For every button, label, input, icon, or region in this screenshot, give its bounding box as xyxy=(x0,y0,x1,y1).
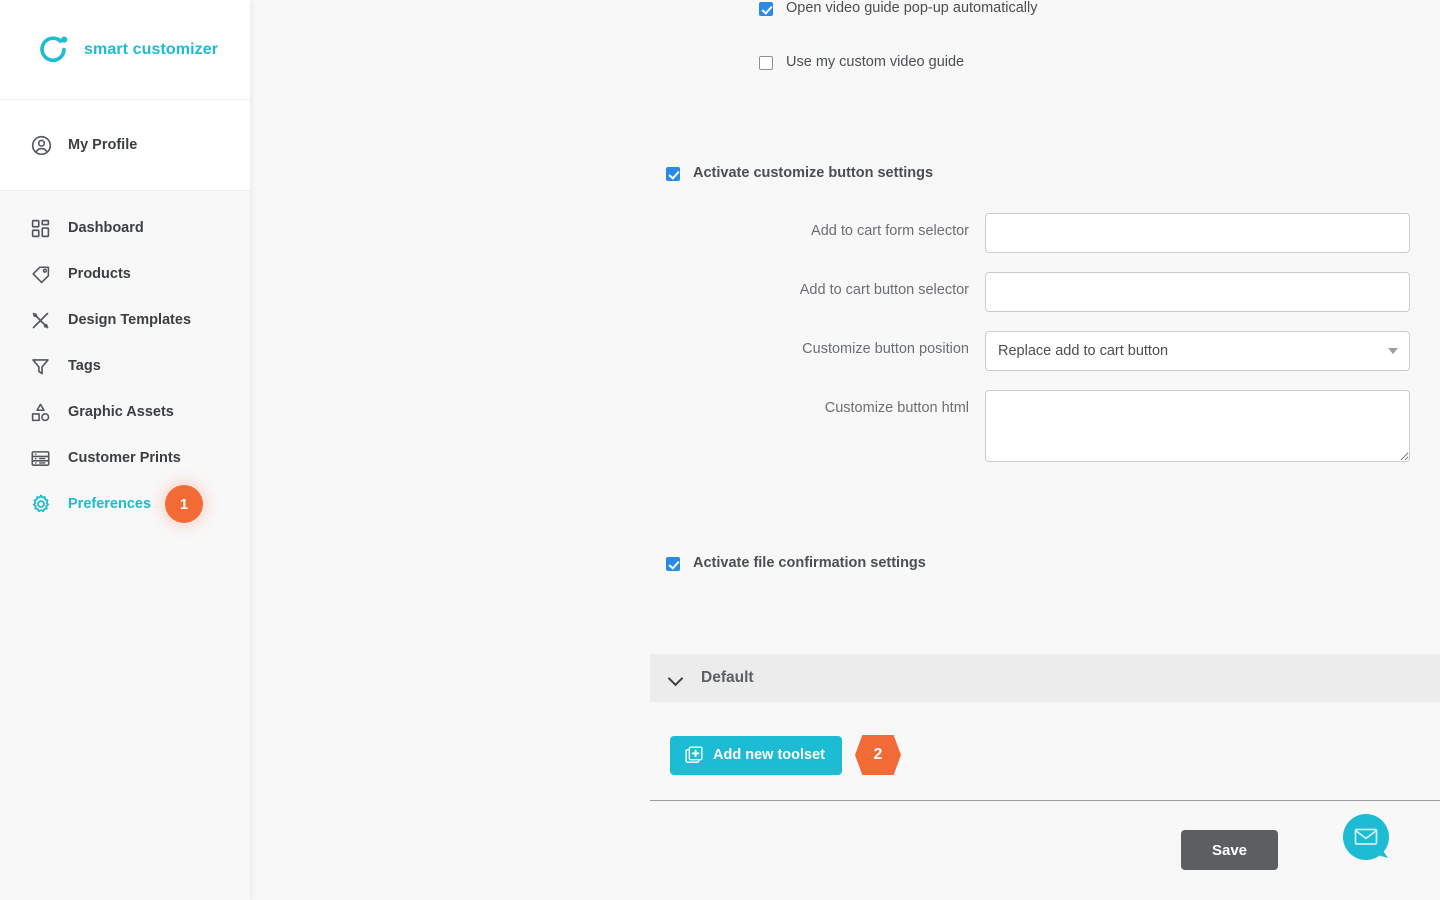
chevron-down-icon xyxy=(1388,348,1398,354)
add-toolset-step-badge: 2 xyxy=(854,735,901,775)
sidebar-item-label: Preferences xyxy=(68,496,152,512)
sidebar-item-design-templates[interactable]: Design Templates xyxy=(0,297,250,343)
sidebar-item-dashboard[interactable]: Dashboard xyxy=(0,205,250,251)
add-new-toolset-button[interactable]: Add new toolset xyxy=(670,735,842,775)
sidebar-item-products[interactable]: Products xyxy=(0,251,250,297)
checkbox-row-activate-customize-button-settings[interactable]: Activate customize button settings xyxy=(666,166,933,181)
checkbox-label: Use my custom video guide xyxy=(786,54,965,70)
gear-icon xyxy=(30,493,60,515)
sidebar-item-label: Customer Prints xyxy=(68,450,181,466)
dashboard-grid-icon xyxy=(30,218,60,239)
design-templates-icon xyxy=(30,310,60,331)
field-wrapper: Replace add to cart button xyxy=(985,331,1426,371)
field-label: Customize button position xyxy=(802,341,969,357)
user-circle-icon xyxy=(30,134,60,157)
shapes-icon xyxy=(30,402,60,423)
checkbox-activate-customize-button-settings[interactable] xyxy=(666,167,680,181)
chevron-down-icon xyxy=(668,670,684,686)
form-row-customize-button-position: Customize button position Replace add to… xyxy=(650,331,1426,371)
chat-widget-button[interactable] xyxy=(1341,812,1391,862)
customize-button-position-select[interactable]: Replace add to cart button xyxy=(985,331,1410,371)
section-heading-file-confirmation-settings: Activate file confirmation settings xyxy=(693,555,926,571)
add-square-icon xyxy=(684,745,704,765)
sidebar-item-label: Graphic Assets xyxy=(68,404,174,420)
toolset-panel-title: Default xyxy=(701,669,754,686)
sidebar-item-label: Tags xyxy=(68,358,101,374)
checkbox-label: Open video guide pop-up automatically xyxy=(786,0,1038,16)
main-content: Open video guide pop-up automatically Us… xyxy=(250,0,1440,900)
section-heading-customize-button-settings: Activate customize button settings xyxy=(693,165,934,181)
sidebar-item-graphic-assets[interactable]: Graphic Assets xyxy=(0,389,250,435)
tag-icon xyxy=(30,264,60,285)
field-label: Add to cart form selector xyxy=(811,223,969,239)
checkbox-row-custom-video-guide[interactable]: Use my custom video guide xyxy=(759,55,964,70)
add-to-cart-button-selector-input[interactable] xyxy=(985,272,1410,312)
sidebar-item-label: Dashboard xyxy=(68,220,144,236)
field-label: Customize button html xyxy=(824,400,969,416)
sidebar-badge-preferences: 1 xyxy=(165,485,204,523)
sidebar-item-label: My Profile xyxy=(68,137,138,153)
field-label: Add to cart button selector xyxy=(799,282,969,298)
form-row-add-to-cart-button-selector: Add to cart button selector xyxy=(650,272,1426,312)
checkbox-row-open-video-guide[interactable]: Open video guide pop-up automatically xyxy=(759,1,1038,16)
form-row-customize-button-html: Customize button html xyxy=(650,390,1426,462)
save-button[interactable]: Save xyxy=(1181,830,1278,870)
smart-customizer-logo-icon xyxy=(36,33,70,67)
add-toolset-area: Add new toolset 2 xyxy=(670,735,901,775)
checkbox-custom-video-guide[interactable] xyxy=(759,56,773,70)
checkbox-activate-file-confirmation-settings[interactable] xyxy=(666,557,680,571)
funnel-icon xyxy=(30,356,60,377)
prints-icon xyxy=(30,448,60,469)
field-wrapper xyxy=(985,272,1426,312)
sidebar-item-my-profile[interactable]: My Profile xyxy=(0,122,250,168)
sidebar-item-label: Design Templates xyxy=(68,312,192,328)
footer-divider xyxy=(650,800,1440,801)
checkbox-row-activate-file-confirmation-settings[interactable]: Activate file confirmation settings xyxy=(666,556,926,571)
sidebar-item-tags[interactable]: Tags xyxy=(0,343,250,389)
sidebar: smart customizer My Profile Dashboard Pr… xyxy=(0,0,250,900)
sidebar-group-main: Dashboard Products Design Templates Tags… xyxy=(0,190,250,900)
field-wrapper xyxy=(985,390,1426,462)
checkbox-open-video-guide[interactable] xyxy=(759,2,773,16)
sidebar-item-preferences[interactable]: Preferences 1 xyxy=(0,481,250,527)
sidebar-group-profile: My Profile xyxy=(0,100,250,190)
brand-header[interactable]: smart customizer xyxy=(0,0,250,100)
select-value: Replace add to cart button xyxy=(998,343,1169,359)
field-wrapper xyxy=(985,213,1426,253)
sidebar-item-label: Products xyxy=(68,266,131,282)
form-row-add-to-cart-form-selector: Add to cart form selector xyxy=(650,213,1426,253)
toolset-panel-header-default[interactable]: Default xyxy=(650,654,1440,702)
customize-button-html-textarea[interactable] xyxy=(985,390,1410,462)
sidebar-item-customer-prints[interactable]: Customer Prints xyxy=(0,435,250,481)
add-to-cart-form-selector-input[interactable] xyxy=(985,213,1410,253)
add-new-toolset-label: Add new toolset xyxy=(713,747,825,763)
customize-button-settings-form: Add to cart form selector Add to cart bu… xyxy=(650,213,1426,481)
brand-name: smart customizer xyxy=(84,40,219,58)
app-window: smart customizer My Profile Dashboard Pr… xyxy=(0,0,1440,900)
